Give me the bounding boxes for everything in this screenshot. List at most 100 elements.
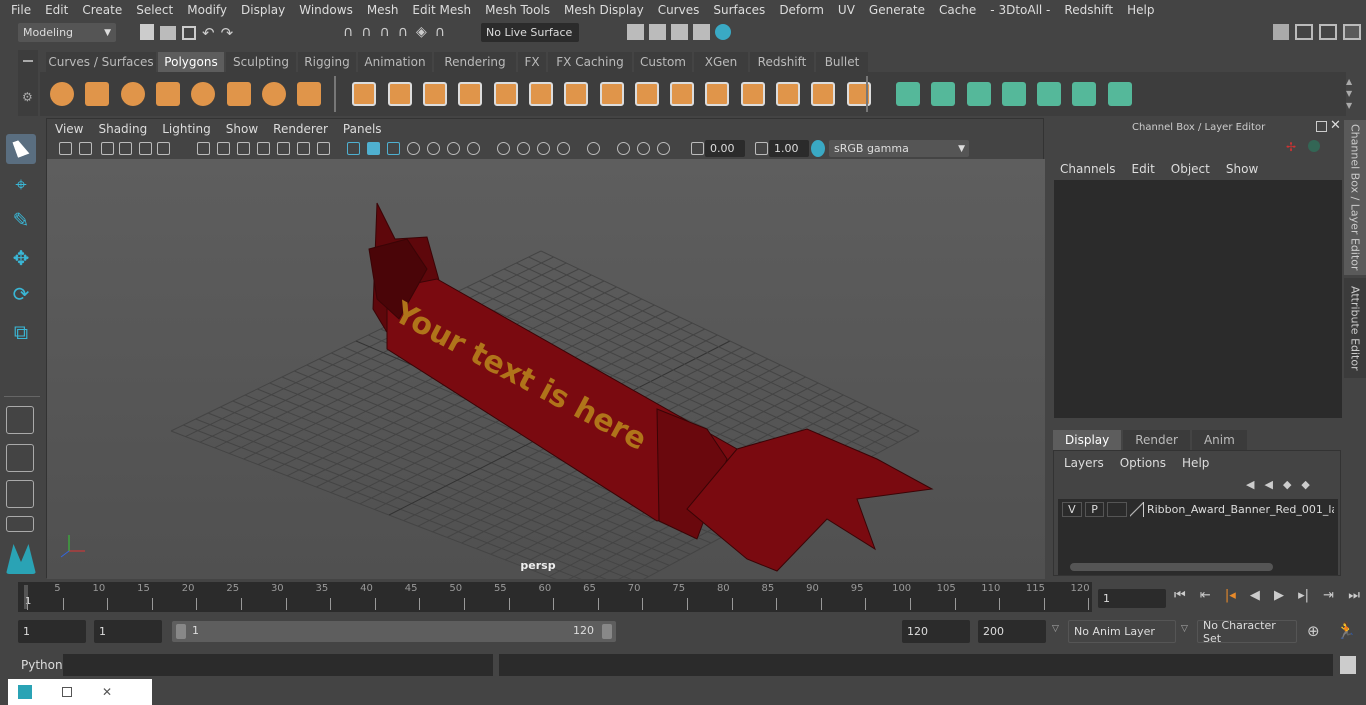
- bookmark-icon[interactable]: [101, 142, 114, 155]
- tab-layer-render[interactable]: Render: [1123, 430, 1190, 450]
- unfold-icon[interactable]: [966, 82, 991, 106]
- tab-xgen[interactable]: XGen: [694, 52, 748, 72]
- uv-editor-icon[interactable]: [1107, 82, 1132, 106]
- menu-deform[interactable]: Deform: [772, 3, 831, 17]
- layer-color-swatch[interactable]: [1130, 502, 1144, 517]
- resolution-gate-icon[interactable]: [237, 142, 250, 155]
- menu-windows[interactable]: Windows: [292, 3, 360, 17]
- move-layer-down-icon[interactable]: ◀: [1264, 478, 1272, 491]
- redo-icon[interactable]: ↷: [221, 24, 234, 42]
- visibility-toggle[interactable]: V: [1062, 502, 1082, 517]
- exposure-icon[interactable]: [691, 142, 704, 155]
- layer-row[interactable]: V P Ribbon_Award_Banner_Red_001_layer: [1058, 499, 1338, 520]
- undo-icon[interactable]: ↶: [202, 24, 215, 42]
- close-icon[interactable]: ✕: [102, 685, 112, 699]
- layer-menu-layers[interactable]: Layers: [1064, 456, 1104, 470]
- viewport-menu-view[interactable]: View: [55, 122, 83, 136]
- save-scene-icon[interactable]: [182, 26, 196, 40]
- menu-edit[interactable]: Edit: [38, 3, 75, 17]
- menu-create[interactable]: Create: [75, 3, 129, 17]
- open-scene-icon[interactable]: [160, 26, 176, 40]
- 2d-pan-icon[interactable]: [157, 142, 170, 155]
- command-input[interactable]: [63, 654, 493, 676]
- menu--3dtoall-[interactable]: - 3DtoAll -: [983, 3, 1057, 17]
- step-forward-frame-icon[interactable]: ▸|: [1298, 588, 1309, 608]
- insert-loop-icon[interactable]: [740, 82, 765, 106]
- snap-live-icon[interactable]: ∩: [435, 24, 445, 42]
- single-view-layout-icon[interactable]: [6, 406, 34, 434]
- combine-icon[interactable]: [352, 82, 377, 106]
- playback-toggle[interactable]: P: [1084, 502, 1105, 517]
- move-layer-up-icon[interactable]: ◀: [1246, 478, 1254, 491]
- exposure-field[interactable]: 0.00: [705, 140, 745, 157]
- viewport-menu-show[interactable]: Show: [226, 122, 258, 136]
- shading-icon[interactable]: [1308, 140, 1320, 152]
- two-view-layout-icon[interactable]: [6, 480, 34, 508]
- menu-select[interactable]: Select: [129, 3, 180, 17]
- menu-curves[interactable]: Curves: [651, 3, 707, 17]
- layout-cube-icon[interactable]: [1273, 24, 1289, 40]
- time-slider[interactable]: 1 5 10 15 20 25 30 35 40 45 50 55 60 65 70 75 80 85 90 95 1…: [18, 582, 1092, 612]
- extrude-icon[interactable]: [599, 82, 624, 106]
- shelf-settings-icon[interactable]: ⚙: [22, 90, 34, 104]
- menu-modify[interactable]: Modify: [180, 3, 234, 17]
- sew-uv-icon[interactable]: [1037, 82, 1062, 106]
- backface-icon[interactable]: [637, 142, 650, 155]
- step-back-key-icon[interactable]: ⇤: [1200, 588, 1211, 608]
- outliner-layout-icon[interactable]: [6, 516, 34, 532]
- pipe-icon[interactable]: [297, 82, 322, 106]
- hypershade-icon[interactable]: [715, 24, 731, 40]
- play-backward-icon[interactable]: ◀: [1250, 588, 1260, 608]
- float-panel-icon[interactable]: [1316, 121, 1327, 132]
- film-gate-icon[interactable]: [217, 142, 230, 155]
- tab-layer-anim[interactable]: Anim: [1191, 430, 1247, 450]
- layout-panels-icon[interactable]: [1295, 24, 1313, 40]
- paint-select-tool-icon[interactable]: ✎: [6, 208, 36, 238]
- layer-name[interactable]: Ribbon_Award_Banner_Red_001_layer: [1147, 503, 1334, 516]
- ambient-occlusion-icon[interactable]: [467, 142, 480, 155]
- auto-uv-icon[interactable]: [931, 82, 956, 106]
- edge-loop-icon[interactable]: [705, 82, 730, 106]
- tab-animation[interactable]: Animation: [358, 52, 432, 72]
- tab-redshift[interactable]: Redshift: [750, 52, 814, 72]
- bevel-icon[interactable]: [528, 82, 553, 106]
- smooth-icon[interactable]: [458, 82, 483, 106]
- step-forward-key-icon[interactable]: ⇥: [1323, 588, 1334, 608]
- cone-icon[interactable]: [155, 82, 180, 106]
- move-tool-icon[interactable]: ✥: [6, 246, 36, 276]
- workspace-dropdown[interactable]: Modeling ▼: [18, 23, 116, 42]
- highlight-select-icon[interactable]: [657, 142, 670, 155]
- step-back-frame-icon[interactable]: |◂: [1225, 588, 1236, 608]
- snap-point-icon[interactable]: ∩: [380, 24, 390, 42]
- lights-icon[interactable]: [427, 142, 440, 155]
- cylinder-icon[interactable]: [120, 82, 145, 106]
- tab-rigging[interactable]: Rigging: [298, 52, 356, 72]
- channel-menu-object[interactable]: Object: [1171, 162, 1210, 176]
- minimized-window[interactable]: ✕: [8, 679, 152, 705]
- viewport-menu-shading[interactable]: Shading: [98, 122, 147, 136]
- layer-menu-options[interactable]: Options: [1120, 456, 1166, 470]
- shelf-scroll[interactable]: ▲ ▼ ▼: [1346, 76, 1358, 112]
- xray-active-icon[interactable]: [617, 142, 630, 155]
- fill-hole-icon[interactable]: [776, 82, 800, 106]
- textured-icon[interactable]: [407, 142, 420, 155]
- torus-icon[interactable]: [226, 82, 251, 106]
- channel-box-toggle-icon[interactable]: [1319, 24, 1337, 40]
- display-type-toggle[interactable]: [1107, 502, 1128, 517]
- animation-prefs-icon[interactable]: 🏃: [1336, 621, 1356, 640]
- render-view-icon[interactable]: [627, 24, 644, 40]
- tab-bullet[interactable]: Bullet: [816, 52, 868, 72]
- xray-icon[interactable]: [557, 142, 570, 155]
- snap-curve-icon[interactable]: ∩: [361, 24, 371, 42]
- snap-grid-icon[interactable]: ∩: [343, 24, 353, 42]
- scale-tool-icon[interactable]: ⧉: [6, 320, 36, 350]
- maximize-icon[interactable]: [62, 687, 72, 697]
- safe-title-icon[interactable]: [317, 142, 330, 155]
- ipr-render-icon[interactable]: [671, 24, 688, 40]
- append-icon[interactable]: [670, 82, 695, 106]
- anti-alias-icon[interactable]: [517, 142, 530, 155]
- channel-menu-show[interactable]: Show: [1226, 162, 1258, 176]
- script-editor-icon[interactable]: [1340, 656, 1356, 674]
- menu-generate[interactable]: Generate: [862, 3, 932, 17]
- tab-curves-surfaces[interactable]: Curves / Surfaces: [46, 52, 156, 72]
